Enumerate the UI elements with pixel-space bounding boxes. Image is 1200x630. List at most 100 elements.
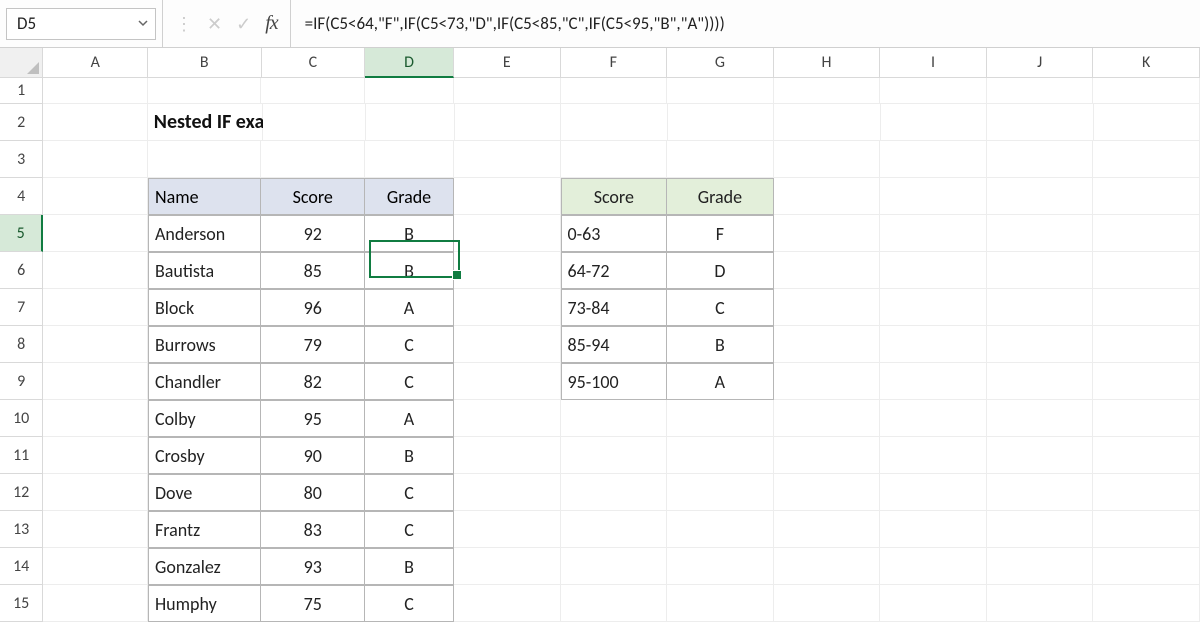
cell-K9[interactable] (1093, 363, 1200, 400)
cell-J8[interactable] (987, 326, 1094, 363)
cell-G2[interactable] (668, 104, 774, 141)
cell-I1[interactable] (880, 78, 987, 104)
cell-G3[interactable] (667, 141, 774, 178)
row-header-7[interactable]: 7 (0, 289, 43, 326)
col-header-I[interactable]: I (880, 48, 987, 78)
cell-D2[interactable] (366, 104, 455, 141)
cell-H2[interactable] (774, 104, 880, 141)
cell-C14[interactable]: 93 (261, 548, 365, 585)
cell-C3[interactable] (261, 141, 365, 178)
cell-G1[interactable] (667, 78, 774, 104)
cell-D8[interactable]: C (365, 326, 454, 363)
cell-A10[interactable] (43, 400, 148, 437)
cell-F2[interactable] (561, 104, 667, 141)
cell-K8[interactable] (1093, 326, 1200, 363)
cell-K15[interactable] (1093, 585, 1200, 622)
cell-J3[interactable] (987, 141, 1094, 178)
cell-B10[interactable]: Colby (148, 400, 261, 437)
cell-J9[interactable] (987, 363, 1094, 400)
cell-F15[interactable] (561, 585, 668, 622)
cell-D9[interactable]: C (365, 363, 454, 400)
col-header-D[interactable]: D (365, 48, 454, 78)
cell-I2[interactable] (881, 104, 987, 141)
cell-I9[interactable] (880, 363, 987, 400)
cell-J4[interactable] (987, 178, 1094, 215)
cell-H6[interactable] (774, 252, 881, 289)
cell-G4[interactable]: Grade (667, 178, 774, 215)
row-header-13[interactable]: 13 (0, 511, 43, 548)
cell-J10[interactable] (987, 400, 1094, 437)
cell-E2[interactable] (455, 104, 561, 141)
cell-B2[interactable]: Nested IF example to assign grades (148, 104, 263, 141)
cell-E1[interactable] (454, 78, 561, 104)
cell-E10[interactable] (454, 400, 561, 437)
cell-B15[interactable]: Humphy (148, 585, 261, 622)
cell-F5[interactable]: 0-63 (561, 215, 668, 252)
row-header-15[interactable]: 15 (0, 585, 43, 622)
cell-H9[interactable] (774, 363, 881, 400)
cell-H4[interactable] (774, 178, 881, 215)
cell-B12[interactable]: Dove (148, 474, 261, 511)
cell-A15[interactable] (43, 585, 148, 622)
cell-A13[interactable] (43, 511, 148, 548)
cell-C8[interactable]: 79 (261, 326, 365, 363)
cell-C7[interactable]: 96 (261, 289, 365, 326)
cell-A14[interactable] (43, 548, 148, 585)
cell-C2[interactable] (263, 104, 366, 141)
cell-B1[interactable] (148, 78, 261, 104)
cell-I4[interactable] (880, 178, 987, 215)
col-header-A[interactable]: A (43, 48, 148, 78)
cell-D7[interactable]: A (365, 289, 454, 326)
cell-D4[interactable]: Grade (365, 178, 454, 215)
cell-D6[interactable]: B (365, 252, 454, 289)
cell-D3[interactable] (365, 141, 454, 178)
row-header-3[interactable]: 3 (0, 141, 43, 178)
cell-A11[interactable] (43, 437, 148, 474)
cell-H5[interactable] (774, 215, 881, 252)
cell-I7[interactable] (880, 289, 987, 326)
cell-H1[interactable] (774, 78, 881, 104)
cell-C11[interactable]: 90 (261, 437, 365, 474)
cell-I3[interactable] (880, 141, 987, 178)
cell-K7[interactable] (1093, 289, 1200, 326)
cell-E5[interactable] (454, 215, 561, 252)
cell-C15[interactable]: 75 (261, 585, 365, 622)
cell-J6[interactable] (987, 252, 1094, 289)
cell-A1[interactable] (43, 78, 148, 104)
col-header-H[interactable]: H (774, 48, 881, 78)
cell-K13[interactable] (1093, 511, 1200, 548)
cell-H10[interactable] (774, 400, 881, 437)
cell-K11[interactable] (1093, 437, 1200, 474)
cell-G8[interactable]: B (667, 326, 774, 363)
cell-J12[interactable] (987, 474, 1094, 511)
cell-H15[interactable] (774, 585, 881, 622)
row-header-10[interactable]: 10 (0, 400, 43, 437)
cell-D10[interactable]: A (365, 400, 454, 437)
cell-G15[interactable] (667, 585, 774, 622)
cell-C1[interactable] (261, 78, 365, 104)
cell-D12[interactable]: C (365, 474, 454, 511)
col-header-K[interactable]: K (1093, 48, 1200, 78)
row-header-9[interactable]: 9 (0, 363, 43, 400)
cell-K10[interactable] (1093, 400, 1200, 437)
cell-I14[interactable] (880, 548, 987, 585)
cell-G12[interactable] (667, 474, 774, 511)
row-header-14[interactable]: 14 (0, 548, 43, 585)
cell-G11[interactable] (667, 437, 774, 474)
cell-J11[interactable] (987, 437, 1094, 474)
select-all-corner[interactable] (0, 48, 43, 78)
cell-F10[interactable] (561, 400, 668, 437)
cell-F13[interactable] (561, 511, 668, 548)
cell-I13[interactable] (880, 511, 987, 548)
cell-J14[interactable] (987, 548, 1094, 585)
cell-D13[interactable]: C (365, 511, 454, 548)
col-header-F[interactable]: F (561, 48, 668, 78)
col-header-B[interactable]: B (148, 48, 261, 78)
cell-B4[interactable]: Name (148, 178, 261, 215)
cell-F12[interactable] (561, 474, 668, 511)
cell-H3[interactable] (774, 141, 881, 178)
cell-D15[interactable]: C (365, 585, 454, 622)
cell-E14[interactable] (454, 548, 561, 585)
cell-A5[interactable] (43, 215, 148, 252)
cell-G10[interactable] (667, 400, 774, 437)
